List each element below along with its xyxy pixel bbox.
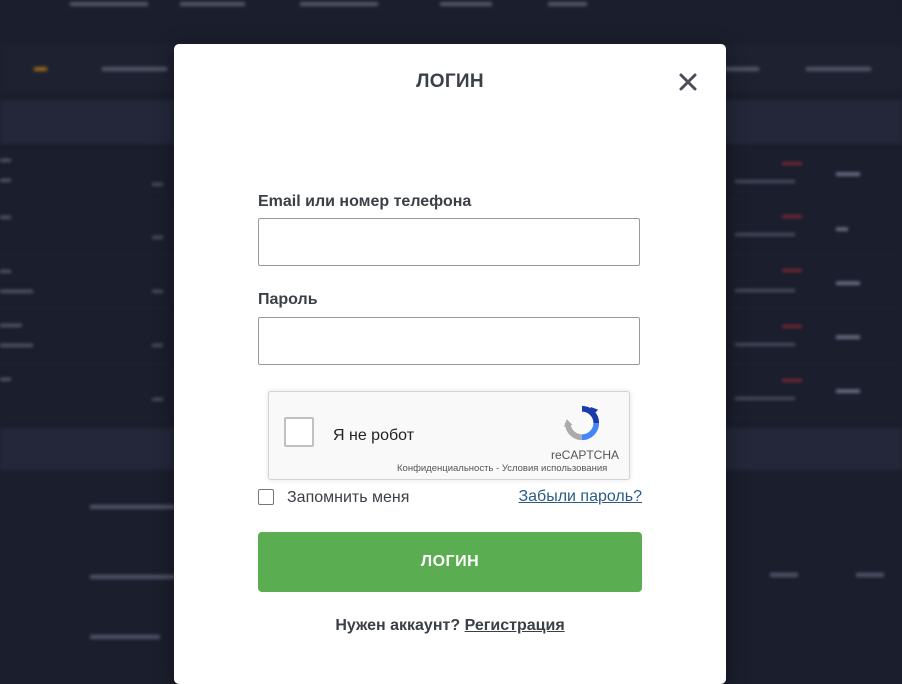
background-top-nav: ▬▬▬▬▬▬ ▬▬▬▬▬ ▬▬▬▬▬▬ ▬▬▬▬ ▬▬▬ <box>0 0 902 14</box>
background-odd: ▬▬ <box>770 564 798 580</box>
remember-me-label: Запомнить меня <box>287 489 410 506</box>
signup-row: Нужен аккаунт? Регистрация <box>174 617 726 635</box>
close-icon <box>679 73 697 91</box>
email-label: Email или номер телефона <box>258 193 472 210</box>
recaptcha-separator: - <box>493 463 502 474</box>
modal-title: ЛОГИН <box>416 71 484 92</box>
password-label: Пароль <box>258 291 318 308</box>
login-modal: ЛОГИН Email или номер телефона Пароль Я … <box>174 44 726 684</box>
recaptcha-label: Я не робот <box>333 427 415 444</box>
signup-link[interactable]: Регистрация <box>465 617 565 634</box>
background-match: ▬▬▬▬▬ <box>90 626 160 642</box>
recaptcha-checkbox[interactable] <box>284 417 314 447</box>
password-field[interactable] <box>258 317 640 365</box>
login-button[interactable]: ЛОГИН <box>258 532 642 592</box>
remember-me-checkbox[interactable] <box>258 489 274 505</box>
close-button[interactable] <box>676 70 700 94</box>
signup-prompt: Нужен аккаунт? <box>335 617 461 634</box>
recaptcha-legal: Конфиденциальность - Условия использован… <box>397 463 607 474</box>
background-odd: ▬▬ <box>856 564 884 580</box>
forgot-password-link[interactable]: Забыли пароль? <box>518 488 642 506</box>
recaptcha-logo-icon <box>563 405 600 441</box>
recaptcha-brand: reCAPTCHA <box>551 448 620 462</box>
recaptcha-privacy-link[interactable]: Конфиденциальность <box>397 463 493 474</box>
email-field[interactable] <box>258 218 640 266</box>
recaptcha-widget: Я не робот reCAPTCHA Конфиденциальность … <box>268 391 630 480</box>
recaptcha-terms-link[interactable]: Условия использования <box>502 463 607 474</box>
